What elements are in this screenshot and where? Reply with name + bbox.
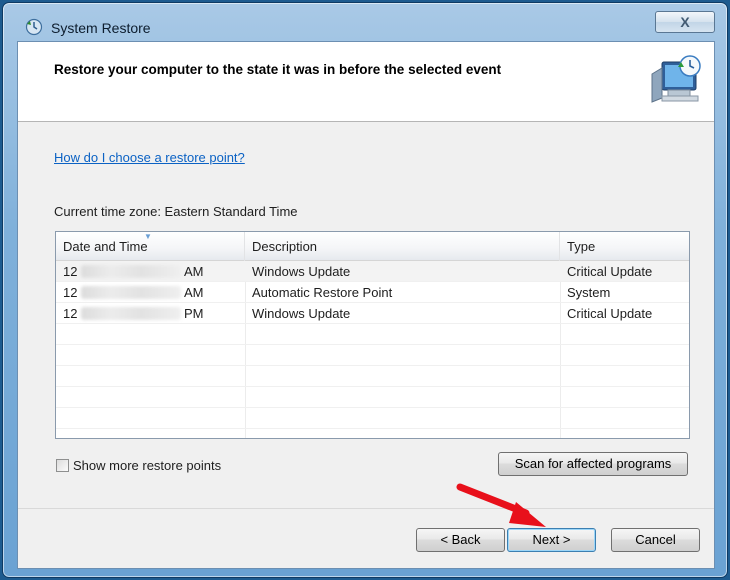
show-more-checkbox-row[interactable]: Show more restore points bbox=[56, 457, 221, 473]
close-icon: X bbox=[680, 14, 690, 30]
table-body: 12 AM Windows Update Critical Update 12 … bbox=[56, 261, 689, 429]
column-header-description[interactable]: Description bbox=[245, 232, 560, 261]
type-cell: Critical Update bbox=[567, 306, 653, 321]
empty-row bbox=[56, 345, 689, 366]
system-restore-icon bbox=[25, 18, 43, 36]
column-header-date[interactable]: Date and Time ▼ bbox=[56, 232, 245, 261]
title-bar[interactable]: System Restore X bbox=[3, 3, 727, 39]
date-cell: 12 AM bbox=[63, 264, 204, 279]
table-row[interactable]: 12 PM Windows Update Critical Update bbox=[56, 303, 689, 324]
header-title: Restore your computer to the state it wa… bbox=[54, 62, 502, 77]
dialog-client-area: Restore your computer to the state it wa… bbox=[17, 41, 715, 569]
column-header-type[interactable]: Type bbox=[560, 232, 686, 261]
redacted-date bbox=[81, 307, 181, 320]
table-row[interactable]: 12 AM Windows Update Critical Update bbox=[56, 261, 689, 282]
description-cell: Windows Update bbox=[252, 264, 351, 279]
empty-row bbox=[56, 324, 689, 345]
description-cell: Automatic Restore Point bbox=[252, 285, 393, 300]
empty-row bbox=[56, 366, 689, 387]
restore-points-table[interactable]: Date and Time ▼ Description Type 12 AM W… bbox=[55, 231, 690, 439]
cancel-button[interactable]: Cancel bbox=[611, 528, 700, 552]
scan-affected-programs-button[interactable]: Scan for affected programs bbox=[498, 452, 688, 476]
description-cell: Windows Update bbox=[252, 306, 351, 321]
window-title: System Restore bbox=[51, 20, 151, 36]
date-cell: 12 AM bbox=[63, 285, 204, 300]
type-cell: System bbox=[567, 285, 611, 300]
back-button[interactable]: < Back bbox=[416, 528, 505, 552]
timezone-label: Current time zone: Eastern Standard Time bbox=[54, 204, 298, 219]
type-cell: Critical Update bbox=[567, 264, 653, 279]
footer-divider bbox=[18, 508, 714, 509]
redacted-date bbox=[81, 265, 181, 278]
table-row[interactable]: 12 AM Automatic Restore Point System bbox=[56, 282, 689, 303]
empty-row bbox=[56, 387, 689, 408]
header-panel: Restore your computer to the state it wa… bbox=[18, 42, 714, 122]
redacted-date bbox=[81, 286, 181, 299]
sort-down-icon: ▼ bbox=[144, 232, 152, 241]
date-cell: 12 PM bbox=[63, 306, 204, 321]
show-more-checkbox[interactable] bbox=[56, 458, 69, 472]
help-link[interactable]: How do I choose a restore point? bbox=[54, 150, 245, 165]
show-more-label: Show more restore points bbox=[73, 457, 222, 473]
table-header: Date and Time ▼ Description Type bbox=[56, 232, 689, 261]
window-frame: System Restore X Restore your computer t… bbox=[2, 2, 728, 578]
restore-computer-icon bbox=[651, 55, 701, 103]
empty-row bbox=[56, 408, 689, 429]
next-button[interactable]: Next > bbox=[507, 528, 596, 552]
close-button[interactable]: X bbox=[655, 11, 715, 33]
